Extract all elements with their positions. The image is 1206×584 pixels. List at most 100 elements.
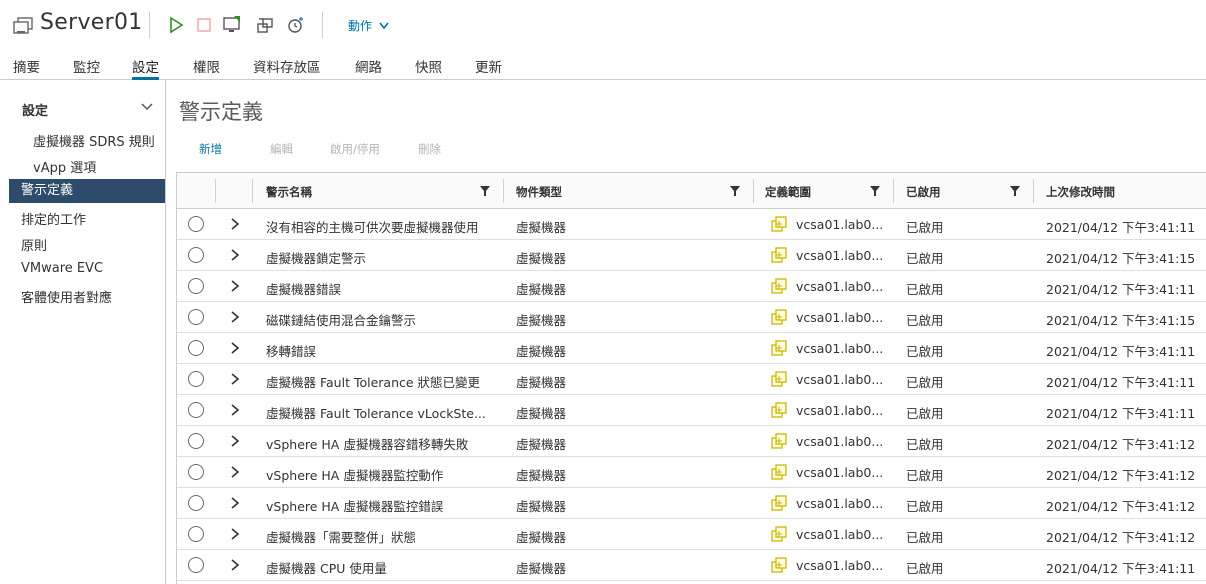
tab-networks[interactable]: 網路 — [355, 56, 382, 80]
table-row[interactable]: 虛擬機器鎖定警示 虛擬機器 vcsa01.lab0... 已啟用 2021/04/12 … — [177, 240, 1206, 271]
row-select-radio[interactable] — [188, 433, 204, 449]
table-row[interactable]: 虛擬機器「需要整併」狀態 虛擬機器 vcsa01.lab0... 已啟用 2021/04… — [177, 519, 1206, 550]
row-select-radio[interactable] — [188, 340, 204, 356]
cell-defined-in[interactable]: vcsa01.lab0... — [796, 465, 886, 480]
table-row[interactable]: 磁碟鏈結使用混合金鑰警示 虛擬機器 vcsa01.lab0... 已啟用 2021/04… — [177, 302, 1206, 333]
row-select-radio[interactable] — [188, 402, 204, 418]
cell-defined-in[interactable]: vcsa01.lab0... — [796, 403, 886, 418]
cell-defined-in[interactable]: vcsa01.lab0... — [796, 217, 886, 232]
row-select-radio[interactable] — [188, 526, 204, 542]
cell-object-type: 虛擬機器 — [516, 251, 567, 266]
chevron-right-icon[interactable] — [229, 279, 241, 293]
add-button[interactable]: 新增 — [199, 141, 222, 157]
page-object-title: Server01 — [40, 10, 143, 35]
cell-enabled: 已啟用 — [906, 344, 944, 359]
chevron-right-icon[interactable] — [229, 248, 241, 262]
tab-configure[interactable]: 設定 — [132, 56, 159, 80]
cell-defined-in[interactable]: vcsa01.lab0... — [796, 372, 886, 387]
cell-defined-in[interactable]: vcsa01.lab0... — [796, 279, 886, 294]
chevron-right-icon[interactable] — [229, 434, 241, 448]
sidebar-section-settings[interactable]: 設定 — [22, 100, 48, 119]
row-select-radio[interactable] — [188, 278, 204, 294]
cell-defined-in[interactable]: vcsa01.lab0... — [796, 248, 886, 263]
sidebar-item-vmware-evc[interactable]: VMware EVC — [21, 261, 103, 276]
table-row[interactable]: 虛擬機器錯誤 虛擬機器 vcsa01.lab0... 已啟用 2021/04/12 下午… — [177, 271, 1206, 302]
row-select-radio[interactable] — [188, 464, 204, 480]
chevron-right-icon[interactable] — [229, 527, 241, 541]
sidebar-item-guest-user-mappings[interactable]: 客體使用者對應 — [21, 287, 112, 306]
filter-icon[interactable] — [1009, 185, 1021, 197]
settings-sidebar: 設定 虛擬機器 SDRS 規則 vApp 選項 警示定義 排定的工作 原則 VM… — [0, 80, 166, 584]
tab-snapshots[interactable]: 快照 — [415, 56, 442, 80]
actions-menu[interactable]: 動作 — [348, 17, 390, 34]
chevron-right-icon[interactable] — [229, 496, 241, 510]
cell-enabled: 已啟用 — [906, 375, 944, 390]
tab-permissions[interactable]: 權限 — [193, 56, 220, 80]
enable-disable-button[interactable]: 啟用/停用 — [330, 141, 380, 157]
cell-object-type: 虛擬機器 — [516, 468, 567, 483]
edit-button[interactable]: 編輯 — [270, 141, 293, 157]
cell-alarm-name: 虛擬機器 Fault Tolerance vLockSte... — [266, 406, 486, 421]
table-row[interactable]: 移轉錯誤 虛擬機器 vcsa01.lab0... 已啟用 2021/04/12 下午3:… — [177, 333, 1206, 364]
cell-defined-in[interactable]: vcsa01.lab0... — [796, 496, 886, 511]
chevron-right-icon[interactable] — [229, 372, 241, 386]
table-row[interactable]: vSphere HA 虛擬機器容錯移轉失敗 虛擬機器 vcsa01.lab0... 已… — [177, 426, 1206, 457]
cell-defined-in[interactable]: vcsa01.lab0... — [796, 558, 886, 573]
column-header-last-modified[interactable]: 上次修改時間 — [1046, 184, 1115, 200]
tab-summary[interactable]: 摘要 — [13, 56, 40, 80]
table-row[interactable]: vSphere HA 虛擬機器監控動作 虛擬機器 vcsa01.lab0... 已啟用… — [177, 457, 1206, 488]
table-row[interactable]: vSphere HA 虛擬機器監控錯誤 虛擬機器 vcsa01.lab0... 已啟用… — [177, 488, 1206, 519]
filter-icon[interactable] — [869, 185, 881, 197]
cell-last-modified: 2021/04/12 下午3:41:11 — [1046, 220, 1196, 235]
table-row[interactable]: 沒有相容的主機可供次要虛擬機器使用 虛擬機器 vcsa01.lab0... 已啟用 20… — [177, 209, 1206, 240]
migrate-icon[interactable] — [255, 15, 275, 35]
table-row[interactable]: 虛擬機器 CPU 使用量 虛擬機器 vcsa01.lab0... 已啟用 2021/04… — [177, 550, 1206, 581]
console-icon[interactable] — [222, 15, 242, 35]
column-header-object-type[interactable]: 物件類型 — [516, 184, 562, 200]
sidebar-item-vapp-options[interactable]: vApp 選項 — [33, 157, 96, 176]
snapshot-icon[interactable] — [286, 15, 306, 35]
cell-alarm-name: vSphere HA 虛擬機器監控動作 — [266, 468, 444, 483]
row-select-radio[interactable] — [188, 216, 204, 232]
filter-icon[interactable] — [479, 185, 491, 197]
column-header-enabled[interactable]: 已啟用 — [906, 184, 941, 200]
tab-updates[interactable]: 更新 — [475, 56, 502, 80]
header-divider — [149, 12, 150, 38]
row-select-radio[interactable] — [188, 557, 204, 573]
column-header-defined-in[interactable]: 定義範圍 — [765, 184, 811, 200]
cell-defined-in[interactable]: vcsa01.lab0... — [796, 434, 886, 449]
tab-monitor[interactable]: 監控 — [73, 56, 100, 80]
cell-enabled: 已啟用 — [906, 437, 944, 452]
chevron-right-icon[interactable] — [229, 558, 241, 572]
chevron-down-icon[interactable] — [140, 100, 154, 114]
power-on-icon[interactable] — [166, 15, 186, 35]
sidebar-item-vm-sdrs-rules[interactable]: 虛擬機器 SDRS 規則 — [33, 131, 155, 150]
table-row[interactable]: 虛擬機器 Fault Tolerance vLockSte... 虛擬機器 vcsa… — [177, 395, 1206, 426]
chevron-right-icon[interactable] — [229, 341, 241, 355]
column-header-name[interactable]: 警示名稱 — [266, 184, 312, 200]
vm-icon — [13, 17, 33, 34]
sidebar-item-policies[interactable]: 原則 — [21, 235, 47, 254]
delete-button[interactable]: 刪除 — [418, 141, 441, 157]
chevron-right-icon[interactable] — [229, 217, 241, 231]
sidebar-item-scheduled-tasks[interactable]: 排定的工作 — [21, 209, 86, 228]
chevron-right-icon[interactable] — [229, 310, 241, 324]
cell-defined-in[interactable]: vcsa01.lab0... — [796, 310, 886, 325]
filter-icon[interactable] — [729, 185, 741, 197]
chevron-right-icon[interactable] — [229, 403, 241, 417]
cell-defined-in[interactable]: vcsa01.lab0... — [796, 527, 886, 542]
chevron-right-icon[interactable] — [229, 465, 241, 479]
table-row[interactable]: 虛擬機器 Fault Tolerance 狀態已變更 虛擬機器 vcsa01.lab… — [177, 364, 1206, 395]
cell-last-modified: 2021/04/12 下午3:41:12 — [1046, 499, 1196, 514]
power-off-icon[interactable] — [194, 15, 214, 35]
cell-object-type: 虛擬機器 — [516, 282, 567, 297]
tab-datastores[interactable]: 資料存放區 — [253, 56, 321, 80]
row-select-radio[interactable] — [188, 309, 204, 325]
row-select-radio[interactable] — [188, 495, 204, 511]
cell-defined-in[interactable]: vcsa01.lab0... — [796, 341, 886, 356]
sidebar-item-alarm-definitions[interactable]: 警示定義 — [9, 179, 165, 203]
row-select-radio[interactable] — [188, 247, 204, 263]
row-select-radio[interactable] — [188, 371, 204, 387]
cell-alarm-name: 虛擬機器 CPU 使用量 — [266, 561, 387, 576]
vcenter-icon — [771, 371, 787, 387]
